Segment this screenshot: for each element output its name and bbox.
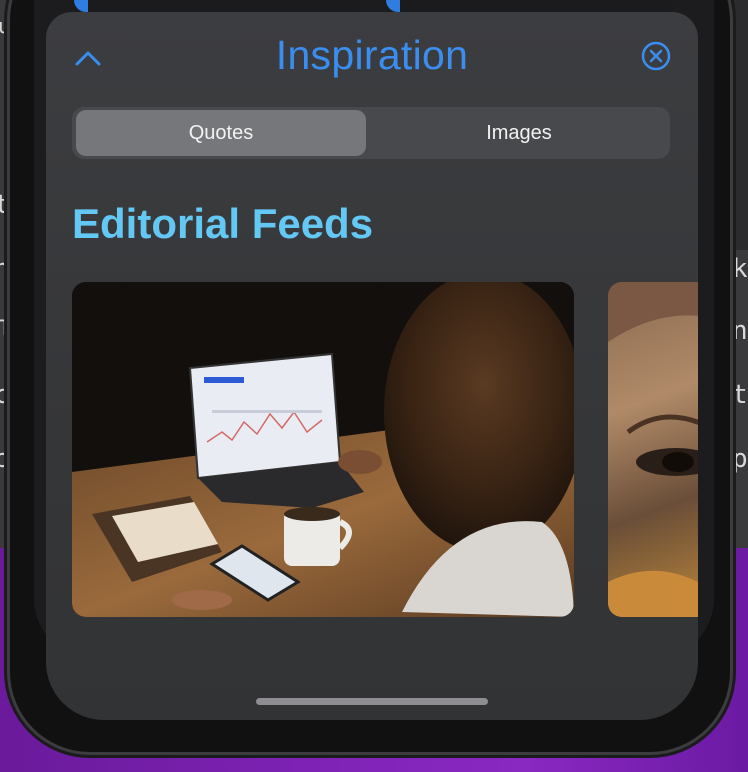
close-circle-icon [641,41,671,71]
home-indicator [256,698,488,705]
close-button[interactable] [640,40,672,72]
edge-text-right: t [732,380,748,410]
inspiration-sheet: Inspiration Quotes Images Editorial Feed… [46,12,698,720]
edge-text-left: u [0,14,11,38]
woman-face-closeup-photo [608,282,698,617]
segment-images[interactable]: Images [372,110,666,156]
segment-quotes[interactable]: Quotes [76,110,366,156]
photo-card[interactable] [608,282,698,617]
edge-text-left: t [0,190,10,220]
woman-laptop-phone-photo [72,282,574,617]
edge-text-right: p [732,444,748,474]
photo-card[interactable] [72,282,574,617]
edge-text-left: n [0,254,10,284]
background-card [74,0,360,12]
segmented-control: Quotes Images [72,107,670,159]
edge-text-right: n [732,316,748,346]
edge-text-right: k [732,254,748,284]
background-card [386,0,672,12]
sheet-title: Inspiration [275,32,469,78]
edge-text-left: c [0,380,10,410]
edge-text-left: p [0,444,10,474]
section-title: Editorial Feeds [72,200,374,247]
